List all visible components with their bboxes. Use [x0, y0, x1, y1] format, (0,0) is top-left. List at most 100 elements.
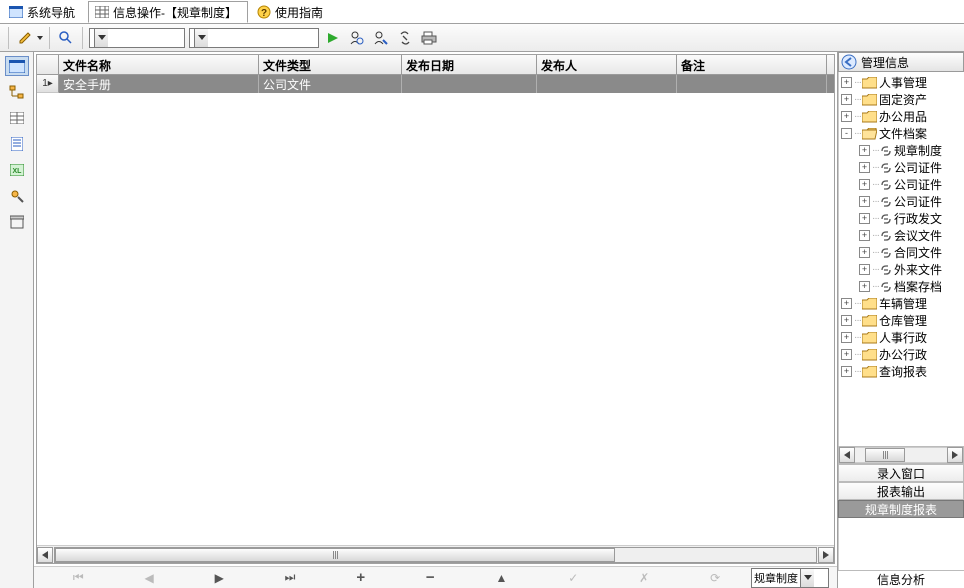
col-header-filetype[interactable]: 文件类型 — [259, 55, 402, 74]
col-header-pubdate[interactable]: 发布日期 — [402, 55, 537, 74]
cell-remark[interactable] — [677, 75, 827, 93]
expand-toggle-icon[interactable]: + — [859, 162, 870, 173]
tree-node[interactable]: +···公司证件 — [839, 176, 964, 193]
col-header-publisher[interactable]: 发布人 — [537, 55, 677, 74]
col-header-filename[interactable]: 文件名称 — [59, 55, 259, 74]
expand-toggle-icon[interactable]: + — [859, 179, 870, 190]
table-row[interactable]: 1▸ 安全手册 公司文件 — [37, 75, 834, 93]
right-panel-title: 管理信息 — [861, 54, 909, 71]
link-button[interactable] — [395, 28, 415, 48]
nav-add-button[interactable]: + — [356, 569, 365, 586]
expand-toggle-icon[interactable]: - — [841, 128, 852, 139]
nav-edit-button[interactable]: ▲ — [496, 571, 508, 585]
tree-node[interactable]: +···固定资产 — [839, 91, 964, 108]
tree-node[interactable]: +···车辆管理 — [839, 295, 964, 312]
col-header-remark[interactable]: 备注 — [677, 55, 827, 74]
cell-filename[interactable]: 安全手册 — [59, 75, 259, 93]
grid-hscrollbar[interactable] — [37, 545, 834, 563]
edit-button[interactable] — [15, 28, 35, 48]
right-hscrollbar[interactable] — [838, 446, 964, 464]
tree-node-label: 查询报表 — [879, 363, 927, 380]
nav-first-button[interactable]: ⏮ — [73, 570, 84, 585]
grid-body[interactable]: 1▸ 安全手册 公司文件 — [37, 75, 834, 545]
tree-node[interactable]: +···办公用品 — [839, 108, 964, 125]
nav-next-button[interactable]: ▶ — [215, 571, 224, 585]
expand-toggle-icon[interactable]: + — [859, 213, 870, 224]
tree-node[interactable]: +···人事行政 — [839, 329, 964, 346]
right-section-item[interactable]: 录入窗口 — [838, 464, 964, 482]
scroll-right-button[interactable] — [818, 547, 834, 563]
chevron-down-icon — [800, 569, 814, 587]
nav-last-button[interactable]: ⏭ — [285, 570, 296, 585]
tab-system-nav[interactable]: 系统导航 — [2, 1, 86, 23]
expand-toggle-icon[interactable]: + — [841, 77, 852, 88]
management-tree[interactable]: +···人事管理+···固定资产+···办公用品-···文件档案+···规章制度… — [838, 72, 964, 446]
expand-toggle-icon[interactable]: + — [841, 315, 852, 326]
expand-toggle-icon[interactable]: + — [841, 366, 852, 377]
expand-toggle-icon[interactable]: + — [841, 298, 852, 309]
find-user2-button[interactable] — [371, 28, 391, 48]
nav-commit-button[interactable]: ✓ — [568, 571, 578, 585]
find-user-button[interactable] — [347, 28, 367, 48]
tree-node[interactable]: +···规章制度 — [839, 142, 964, 159]
expand-toggle-icon[interactable]: + — [859, 281, 870, 292]
archive-button[interactable] — [5, 212, 29, 232]
combo-1[interactable] — [89, 28, 185, 48]
right-section-item[interactable]: 报表输出 — [838, 482, 964, 500]
expand-toggle-icon[interactable]: + — [841, 349, 852, 360]
scroll-thumb[interactable] — [55, 548, 615, 562]
nav-cancel-button[interactable]: ✗ — [639, 571, 649, 585]
tree-node[interactable]: +···外来文件 — [839, 261, 964, 278]
view-window-button[interactable] — [5, 56, 29, 76]
schema-button[interactable] — [5, 82, 29, 102]
document-button[interactable] — [5, 134, 29, 154]
nav-refresh-button[interactable]: ⟳ — [710, 571, 720, 585]
scroll-track[interactable] — [54, 547, 817, 563]
expand-toggle-icon[interactable]: + — [859, 145, 870, 156]
cell-pubdate[interactable] — [402, 75, 537, 93]
scroll-left-button[interactable] — [839, 447, 855, 463]
nav-delete-button[interactable]: − — [426, 569, 435, 586]
tree-node[interactable]: +···公司证件 — [839, 193, 964, 210]
tree-node[interactable]: +···公司证件 — [839, 159, 964, 176]
tree-node[interactable]: +···办公行政 — [839, 346, 964, 363]
search-tool-button[interactable] — [56, 28, 76, 48]
scroll-left-button[interactable] — [37, 547, 53, 563]
combo-2[interactable] — [189, 28, 319, 48]
nav-left-icon[interactable] — [841, 54, 857, 70]
expand-toggle-icon[interactable]: + — [859, 264, 870, 275]
expand-toggle-icon[interactable]: + — [841, 332, 852, 343]
tree-node[interactable]: +···合同文件 — [839, 244, 964, 261]
right-section-item[interactable]: 规章制度报表 — [838, 500, 964, 518]
scroll-track[interactable] — [855, 447, 947, 463]
expand-toggle-icon[interactable]: + — [859, 247, 870, 258]
nav-prev-button[interactable]: ◀ — [145, 571, 154, 585]
expand-toggle-icon[interactable]: + — [859, 230, 870, 241]
tree-node[interactable]: +···人事管理 — [839, 74, 964, 91]
tree-node[interactable]: +···查询报表 — [839, 363, 964, 380]
expand-toggle-icon[interactable]: + — [859, 196, 870, 207]
tab-help-guide[interactable]: ? 使用指南 — [250, 1, 334, 23]
config-button[interactable] — [5, 186, 29, 206]
cell-filetype[interactable]: 公司文件 — [259, 75, 402, 93]
tree-node[interactable]: +···档案存档 — [839, 278, 964, 295]
scroll-right-button[interactable] — [947, 447, 963, 463]
print-button[interactable] — [419, 28, 439, 48]
cell-publisher[interactable] — [537, 75, 677, 93]
tree-node[interactable]: +···会议文件 — [839, 227, 964, 244]
tab-info-operation[interactable]: 信息操作-【规章制度】 — [88, 1, 248, 23]
tree-node[interactable]: +···仓库管理 — [839, 312, 964, 329]
expand-toggle-icon[interactable]: + — [841, 94, 852, 105]
tree-node[interactable]: +···行政发文 — [839, 210, 964, 227]
grid-button[interactable] — [5, 108, 29, 128]
expand-toggle-icon[interactable]: + — [841, 111, 852, 122]
dropdown-caret-icon[interactable] — [37, 36, 43, 40]
run-button[interactable] — [323, 28, 343, 48]
scroll-thumb[interactable] — [865, 448, 905, 462]
separator — [82, 27, 83, 49]
tree-node[interactable]: -···文件档案 — [839, 125, 964, 142]
footer-dropdown[interactable]: 规章制度 — [751, 568, 829, 588]
xls-button[interactable]: XL — [5, 160, 29, 180]
tree-line: ··· — [854, 111, 861, 122]
right-bottom-label[interactable]: 信息分析 — [838, 570, 964, 588]
